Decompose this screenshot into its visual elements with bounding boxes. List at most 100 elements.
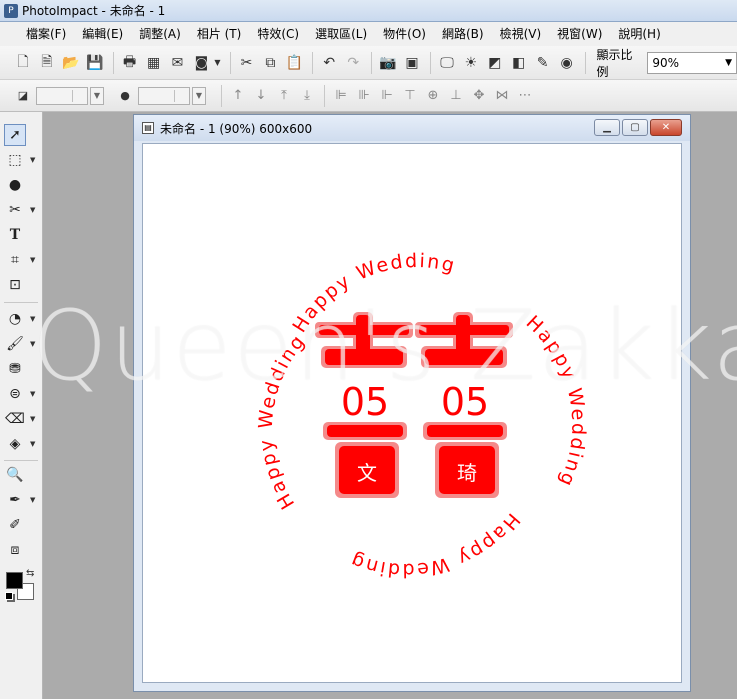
- paste-icon[interactable]: 📋: [283, 52, 305, 74]
- paintbrush-tool-icon[interactable]: 🖌: [4, 333, 26, 355]
- paintbrush-dropdown-icon[interactable]: ▼: [30, 340, 35, 348]
- fill-tool-dropdown-icon[interactable]: ▼: [30, 440, 35, 448]
- align-right-icon[interactable]: ⊩: [376, 85, 398, 107]
- transform-tool-icon[interactable]: ⊡: [4, 274, 26, 296]
- close-icon[interactable]: ✕: [650, 119, 682, 136]
- menu-edit[interactable]: 編輯(E): [74, 24, 131, 44]
- menu-adjust[interactable]: 調整(A): [131, 24, 189, 44]
- brightness-icon[interactable]: ☀: [460, 52, 482, 74]
- eraser-tool-icon[interactable]: ⌫: [4, 408, 26, 430]
- move-top-icon[interactable]: ⤒: [273, 85, 295, 107]
- reset-colors-icon[interactable]: [5, 592, 13, 600]
- undo-icon[interactable]: ↶: [318, 52, 340, 74]
- width-dropdown-icon[interactable]: ▼: [90, 86, 104, 105]
- selection-tool-icon[interactable]: ⬚: [4, 149, 26, 171]
- minimize-icon[interactable]: ▁: [594, 119, 620, 136]
- eyedropper-tool-icon[interactable]: ✒: [4, 489, 26, 511]
- ring-text-bottom: Happy Wedding: [346, 509, 524, 581]
- lasso-tool-icon[interactable]: ●: [4, 174, 26, 196]
- menu-web[interactable]: 網路(B): [434, 24, 492, 44]
- selection-tool-dropdown-icon[interactable]: ▼: [30, 156, 35, 164]
- toolbar-divider: [371, 51, 373, 74]
- maximize-icon[interactable]: ▢: [622, 119, 648, 136]
- move-up-icon[interactable]: ↑: [227, 85, 249, 107]
- menu-object[interactable]: 物件(O): [375, 24, 434, 44]
- stamp-tool-icon[interactable]: ⛃: [4, 358, 26, 380]
- toolbox-divider: [4, 302, 38, 303]
- toolbar-divider: [429, 51, 431, 74]
- foreground-color-swatch[interactable]: [6, 572, 23, 589]
- monitor-icon[interactable]: 🖵: [436, 52, 458, 74]
- pick-tool-icon[interactable]: ➚: [4, 124, 26, 146]
- clone-tool-icon[interactable]: ⊜: [4, 383, 26, 405]
- eyedropper-dropdown-icon[interactable]: ▼: [30, 496, 35, 504]
- menu-selection[interactable]: 選取區(L): [307, 24, 375, 44]
- curve-icon[interactable]: ◩: [484, 52, 506, 74]
- zoom-select[interactable]: 90% ▼: [647, 51, 737, 74]
- menu-photo[interactable]: 相片 (T): [189, 24, 250, 44]
- print-preview-icon[interactable]: ▦: [143, 52, 165, 74]
- size-spinner[interactable]: [138, 86, 190, 105]
- date-left: 05: [341, 380, 389, 424]
- distribute-v-icon[interactable]: ⋯: [514, 85, 536, 107]
- clone-tool-dropdown-icon[interactable]: ▼: [30, 390, 35, 398]
- date-right: 05: [441, 380, 489, 424]
- redo-icon[interactable]: ↷: [342, 52, 364, 74]
- crop-tool-dropdown-icon[interactable]: ▼: [30, 256, 35, 264]
- cutout-tool-dropdown-icon[interactable]: ▼: [30, 206, 35, 214]
- document-title: 未命名 - 1 (90%) 600x600: [160, 121, 313, 136]
- toolbar-divider: [229, 51, 231, 74]
- eye-icon[interactable]: ◉: [556, 52, 578, 74]
- swap-colors-icon[interactable]: ⇆: [26, 568, 34, 579]
- crop-tool-icon[interactable]: ⌗: [4, 249, 26, 271]
- cut-icon[interactable]: ✂: [236, 52, 258, 74]
- size-dropdown-icon[interactable]: ▼: [192, 86, 206, 105]
- scan-dropdown-icon[interactable]: ▼: [214, 58, 220, 67]
- color-square-icon[interactable]: ◪: [12, 85, 34, 107]
- new-file-icon[interactable]: 🗋: [12, 52, 34, 74]
- align-middle-icon[interactable]: ⊕: [422, 85, 444, 107]
- align-left-icon[interactable]: ⊫: [330, 85, 352, 107]
- cutout-tool-icon[interactable]: ✂: [4, 199, 26, 221]
- view-tool-dropdown-icon[interactable]: ▼: [30, 315, 35, 323]
- copy-icon[interactable]: ⧉: [259, 52, 281, 74]
- pen-tool-icon[interactable]: ✐: [4, 514, 26, 536]
- capture-icon[interactable]: ▣: [401, 52, 423, 74]
- path-tool-icon[interactable]: ⧈: [4, 539, 26, 561]
- move-down-icon[interactable]: ↓: [250, 85, 272, 107]
- eye-dropper-view-icon[interactable]: ◔: [4, 308, 26, 330]
- align-top-icon[interactable]: ⊤: [399, 85, 421, 107]
- distribute-h-icon[interactable]: ⋈: [491, 85, 513, 107]
- align-center-icon[interactable]: ⊪: [353, 85, 375, 107]
- open-folder-icon[interactable]: 📂: [60, 52, 82, 74]
- menu-help[interactable]: 說明(H): [610, 24, 668, 44]
- enhance-icon[interactable]: ◧: [508, 52, 530, 74]
- menu-window[interactable]: 視窗(W): [549, 24, 610, 44]
- title-bar: P PhotoImpact - 未命名 - 1: [0, 0, 737, 22]
- toolbar-divider: [112, 51, 114, 74]
- brush-dot-icon[interactable]: ●: [114, 85, 136, 107]
- align-bottom-icon[interactable]: ⊥: [445, 85, 467, 107]
- zoom-label: 顯示比例: [596, 47, 633, 79]
- eraser-tool-dropdown-icon[interactable]: ▼: [30, 415, 35, 423]
- save-icon[interactable]: 💾: [84, 52, 106, 74]
- toolbar-divider: [324, 84, 325, 107]
- move-bottom-icon[interactable]: ⤓: [296, 85, 318, 107]
- align-all-icon[interactable]: ✥: [468, 85, 490, 107]
- mail-icon[interactable]: ✉: [167, 52, 189, 74]
- text-tool-icon[interactable]: T: [4, 224, 26, 246]
- name-left: 文: [357, 461, 377, 485]
- fill-tool-icon[interactable]: ◈: [4, 433, 26, 455]
- camera-icon[interactable]: 📷: [377, 52, 399, 74]
- zoom-tool-icon[interactable]: 🔍: [4, 464, 26, 486]
- tool-panel: ➚ ⬚ ▼ ● ✂ ▼ T ⌗ ▼ ⊡ ◔ ▼ 🖌 ▼ ⛃ ⊜ ▼ ⌫ ▼ ◈ …: [0, 112, 43, 699]
- menu-file[interactable]: 檔案(F): [18, 24, 74, 44]
- width-spinner[interactable]: [36, 86, 88, 105]
- new-from-template-icon[interactable]: 🗎: [36, 52, 58, 74]
- menu-view[interactable]: 檢視(V): [492, 24, 550, 44]
- scan-icon[interactable]: ◙: [190, 52, 212, 74]
- print-icon[interactable]: 🖶: [119, 52, 141, 74]
- image-canvas[interactable]: Happy Wedding Happy Wedding Happy Weddin…: [142, 143, 682, 683]
- wand-icon[interactable]: ✎: [532, 52, 554, 74]
- menu-effect[interactable]: 特效(C): [249, 24, 307, 44]
